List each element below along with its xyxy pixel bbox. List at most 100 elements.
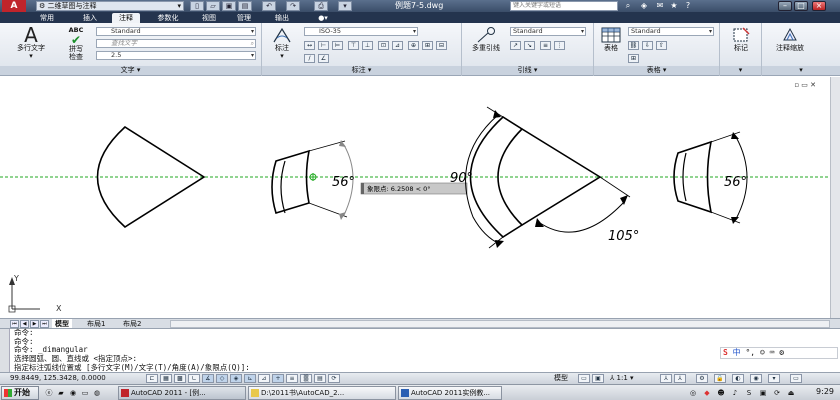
dimension-style-combo[interactable]: ISO-35 ▾ xyxy=(304,27,418,36)
find-text-input[interactable]: 查找文字 ⌕ xyxy=(96,39,256,48)
quicklaunch-ie-icon[interactable]: ⓔ xyxy=(44,388,54,398)
clean-screen-icon[interactable]: ▭ xyxy=(790,374,802,383)
tab-insert[interactable]: 插入 xyxy=(76,13,104,23)
osnap-icon[interactable]: ◇ xyxy=(216,374,228,383)
quick-properties-icon[interactable]: ▤ xyxy=(314,374,326,383)
markup-panel-expand[interactable]: ▾ xyxy=(720,66,761,75)
align-leader-icon[interactable]: ≡ xyxy=(540,41,551,50)
tab-output[interactable]: 输出 xyxy=(268,13,296,23)
add-leader-icon[interactable]: ↗ xyxy=(510,41,521,50)
tab-home[interactable]: 常用 xyxy=(32,13,62,23)
ime-toolbar[interactable]: S 中 °, ☺ ⌨ ⚙ xyxy=(720,347,838,359)
auto-scale-icon[interactable]: ⅄ xyxy=(674,374,686,383)
transparency-icon[interactable]: ▒ xyxy=(300,374,312,383)
find-icon[interactable]: ⌕ xyxy=(251,40,254,47)
dim-linear-icon[interactable]: ⊢ xyxy=(318,41,329,50)
quick-view-drawings-icon[interactable]: ▣ xyxy=(592,374,604,383)
table-style-combo[interactable]: Standard ▾ xyxy=(628,27,714,36)
spell-check-button[interactable]: ABC ✔ 拼写检查 xyxy=(60,26,92,61)
dim-tolerance-icon[interactable]: ⊞ xyxy=(422,41,433,50)
dim-oblique-icon[interactable]: ∕ xyxy=(304,54,315,63)
tray-usb-icon[interactable]: ⏏ xyxy=(786,388,796,398)
tray-volume-icon[interactable]: ♪ xyxy=(730,388,740,398)
collect-leader-icon[interactable]: ⋮ xyxy=(554,41,565,50)
snap-icon[interactable]: ▦ xyxy=(160,374,172,383)
dyn-icon[interactable]: + xyxy=(272,374,284,383)
task-folder[interactable]: D:\2011书\AutoCAD_2... xyxy=(248,386,396,400)
new-file-icon[interactable]: ▯ xyxy=(190,1,204,11)
markup-button[interactable]: 标记 xyxy=(724,26,758,53)
task-autocad[interactable]: AutoCAD 2011 - [例... xyxy=(118,386,246,400)
tab-parametric[interactable]: 参数化 xyxy=(150,13,186,23)
tab-annotate[interactable]: 注释 xyxy=(112,13,140,23)
annotation-visibility-icon[interactable]: ⅄ xyxy=(660,374,672,383)
hardware-acceleration-icon[interactable]: ◐ xyxy=(732,374,744,383)
ime-smile-icon[interactable]: ☺ xyxy=(760,348,765,357)
first-layout-icon[interactable]: ⏮ xyxy=(10,320,19,328)
dim-text-angle-icon[interactable]: ∠ xyxy=(318,54,329,63)
tab-manage[interactable]: 管理 xyxy=(230,13,258,23)
ime-mode[interactable]: 中 xyxy=(733,348,741,357)
status-menu-icon[interactable]: ▾ xyxy=(768,374,780,383)
table-panel-label[interactable]: 表格 ▾ xyxy=(594,66,719,75)
clock[interactable]: 9:29 xyxy=(816,385,834,399)
workspace-switch-icon[interactable]: ⚙ xyxy=(696,374,708,383)
model-space-label[interactable]: 模型 xyxy=(554,373,568,384)
quicklaunch-folder-icon[interactable]: ▰ xyxy=(56,388,66,398)
drawing-viewport[interactable]: 56° 象限点: 6.2508 < 0° 90° 105° 56° Y X ▫ … xyxy=(0,77,840,318)
ribbon-minimize-icon[interactable]: ●▾ xyxy=(314,13,332,23)
prev-layout-icon[interactable]: ◀ xyxy=(20,320,29,328)
coordinate-readout[interactable]: 99.8449, 125.3428, 0.0000 xyxy=(10,373,106,384)
dim-arrow-icon[interactable]: ↔ xyxy=(304,41,315,50)
3d-osnap-icon[interactable]: ◈ xyxy=(230,374,242,383)
tray-security-icon[interactable]: ◆ xyxy=(702,388,712,398)
polar-icon[interactable]: ∡ xyxy=(202,374,214,383)
lock-icon[interactable]: 🔒 xyxy=(714,374,726,383)
multileader-style-combo[interactable]: Standard ▾ xyxy=(510,27,586,36)
quicklaunch-qq-icon[interactable]: ◍ xyxy=(92,388,102,398)
start-button[interactable]: 开始 xyxy=(1,386,39,400)
isolate-objects-icon[interactable]: ◉ xyxy=(750,374,762,383)
quicklaunch-desktop-icon[interactable]: ▭ xyxy=(80,388,90,398)
dim-jog-icon[interactable]: ⊿ xyxy=(392,41,403,50)
remove-leader-icon[interactable]: ↘ xyxy=(524,41,535,50)
ortho-icon[interactable]: ∟ xyxy=(188,374,200,383)
application-menu-button[interactable]: A xyxy=(2,0,26,12)
dimension-panel-label[interactable]: 标注 ▾ xyxy=(262,66,461,75)
tray-qq-icon[interactable]: ☻ xyxy=(716,388,726,398)
multileader-button[interactable]: 多重引线 xyxy=(464,26,508,53)
task-word-doc[interactable]: AutoCAD 2011实例教... xyxy=(398,386,502,400)
save-as-icon[interactable]: ▤ xyxy=(238,1,252,11)
viewport-controls[interactable]: ▫ ▭ ✕ xyxy=(794,81,816,89)
dim-update-icon[interactable]: ⊟ xyxy=(436,41,447,50)
dimension-button[interactable]: 标注 ▾ xyxy=(266,26,298,60)
ducs-icon[interactable]: ⊿ xyxy=(258,374,270,383)
help-icon[interactable]: ? xyxy=(682,1,694,11)
redo-icon[interactable]: ↷ xyxy=(286,1,300,11)
quick-view-layouts-icon[interactable]: ▭ xyxy=(578,374,590,383)
infer-constraints-icon[interactable]: ⊏ xyxy=(146,374,158,383)
ime-settings-icon[interactable]: ⚙ xyxy=(779,348,784,357)
save-icon[interactable]: ▣ xyxy=(222,1,236,11)
dim-center-icon[interactable]: ⊕ xyxy=(408,41,419,50)
mtext-button[interactable]: A 多行文字 ▾ xyxy=(8,25,54,60)
undo-icon[interactable]: ↶ xyxy=(262,1,276,11)
tab-view[interactable]: 视图 xyxy=(196,13,222,23)
selection-cycling-icon[interactable]: ⟳ xyxy=(328,374,340,383)
vertical-scrollbar[interactable] xyxy=(830,77,840,318)
tray-ime-icon[interactable]: S xyxy=(744,388,754,398)
dim-inspect-icon[interactable]: ⊡ xyxy=(378,41,389,50)
communication-icon[interactable]: ✉ xyxy=(654,1,666,11)
search-input[interactable]: 键入关键字或短语 xyxy=(510,1,618,11)
quicklaunch-media-icon[interactable]: ◉ xyxy=(68,388,78,398)
open-file-icon[interactable]: ▱ xyxy=(206,1,220,11)
minimize-icon[interactable]: – xyxy=(778,1,792,11)
annotation-scaling-button[interactable]: 注释缩放 xyxy=(768,26,812,53)
tray-network-icon[interactable]: ◎ xyxy=(688,388,698,398)
lineweight-icon[interactable]: ≡ xyxy=(286,374,298,383)
next-layout-icon[interactable]: ▶ xyxy=(30,320,39,328)
data-link-icon[interactable]: ⛓ xyxy=(628,41,639,50)
dim-break-icon[interactable]: ⊥ xyxy=(362,41,373,50)
leader-panel-label[interactable]: 引线 ▾ xyxy=(462,66,593,75)
drawing-canvas[interactable]: 56° 象限点: 6.2508 < 0° 90° 105° 56° Y X xyxy=(0,77,830,318)
